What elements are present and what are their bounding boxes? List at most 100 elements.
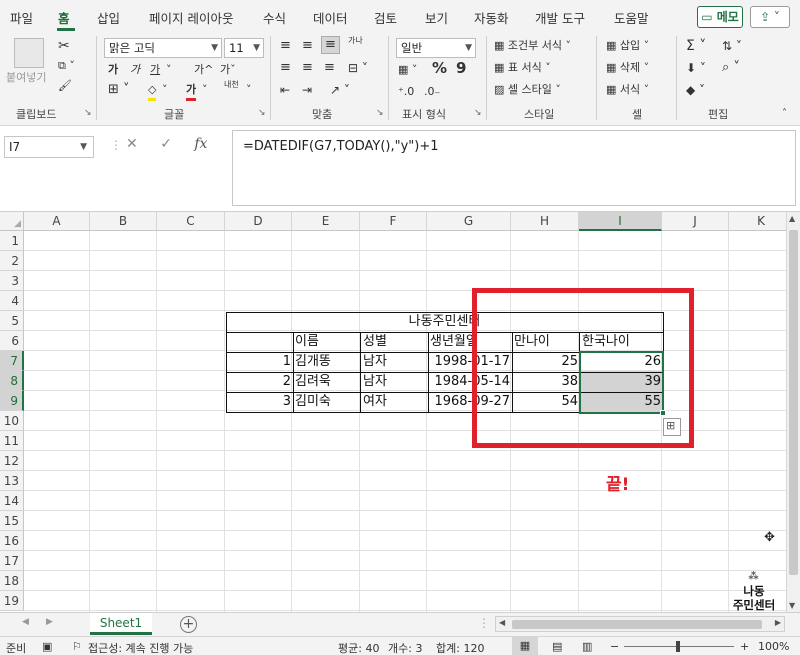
insert-function-button[interactable]: fx xyxy=(194,136,207,152)
column-header-h[interactable]: H xyxy=(511,212,579,231)
enter-icon[interactable]: ✓ xyxy=(160,136,172,152)
record-birth[interactable]: 1984-05-14 xyxy=(428,372,512,392)
underline-button[interactable]: 가 xyxy=(150,62,160,78)
sort-filter-icon[interactable]: ⇅ ˅ xyxy=(722,38,742,54)
underline-dropdown-icon[interactable]: ˅ xyxy=(166,62,172,78)
row-header-13[interactable]: 13 xyxy=(0,471,24,491)
column-header-j[interactable]: J xyxy=(662,212,729,231)
row-header-11[interactable]: 11 xyxy=(0,431,24,451)
vertical-scrollbar[interactable]: ▲ ▼ xyxy=(786,212,800,612)
wrap-text-button[interactable]: 가나 xyxy=(348,36,363,45)
record-no[interactable]: 3 xyxy=(226,392,293,412)
bold-button[interactable]: 가 xyxy=(108,62,118,78)
record-name[interactable]: 김려욱 xyxy=(293,372,361,392)
worksheet-grid[interactable]: ◢ ABCDEFGHIJK 1 2 3 4 5 6 7 8 9 10 11 12 13 14 15 16 17 1… xyxy=(0,212,786,612)
column-header-d[interactable]: D xyxy=(225,212,292,231)
scroll-up-icon[interactable]: ▲ xyxy=(789,214,795,223)
tab-data[interactable]: 데이터 xyxy=(313,8,348,27)
clipboard-launcher-icon[interactable]: ↘ xyxy=(84,108,92,118)
align-center-icon[interactable]: ≡ xyxy=(302,60,313,76)
clear-icon[interactable]: ◆ ˅ xyxy=(686,82,705,98)
row-header-8[interactable]: 8 xyxy=(0,371,24,391)
tab-page-layout[interactable]: 페이지 레이아웃 xyxy=(149,8,233,27)
font-launcher-icon[interactable]: ↘ xyxy=(258,108,266,118)
column-header-b[interactable]: B xyxy=(90,212,157,231)
delete-cells-button[interactable]: ▦ 삭제 ˅ xyxy=(606,60,649,76)
table-title[interactable]: 나동주민센터 xyxy=(226,312,663,332)
align-middle-icon[interactable]: ≡ xyxy=(302,38,313,54)
zoom-slider[interactable] xyxy=(624,641,734,652)
orientation-icon[interactable]: ↗ ˅ xyxy=(330,82,350,98)
column-header-k[interactable]: K xyxy=(729,212,786,231)
fill-icon[interactable]: ⬇ ˅ xyxy=(686,60,706,76)
record-no[interactable]: 1 xyxy=(226,352,293,372)
record-gender[interactable]: 남자 xyxy=(361,372,428,392)
column-header-a[interactable]: A xyxy=(24,212,90,231)
record-birth[interactable]: 1968-09-27 xyxy=(428,392,512,412)
accessibility-icon[interactable]: ⚐ xyxy=(72,640,82,653)
zoom-in-icon[interactable]: + xyxy=(740,640,749,653)
tab-developer[interactable]: 개발 도구 xyxy=(535,8,585,27)
italic-button[interactable]: 가 xyxy=(130,62,140,78)
record-gender[interactable]: 남자 xyxy=(361,352,428,372)
row-header-17[interactable]: 17 xyxy=(0,551,24,571)
select-all-corner[interactable]: ◢ xyxy=(0,212,24,231)
row-header-5[interactable]: 5 xyxy=(0,311,24,331)
record-name[interactable]: 김개똥 xyxy=(293,352,361,372)
record-birth[interactable]: 1998-01-17 xyxy=(428,352,512,372)
row-header-10[interactable]: 10 xyxy=(0,411,24,431)
borders-icon[interactable]: ⊞ ˅ xyxy=(108,82,130,98)
header-gender[interactable]: 성별 xyxy=(361,332,428,352)
increase-decimal-icon[interactable]: ⁺.0 xyxy=(398,84,414,100)
record-age[interactable]: 38 xyxy=(512,372,580,392)
zoom-level[interactable]: 100% xyxy=(758,640,789,653)
column-header-i[interactable]: I xyxy=(579,212,662,231)
fill-color-icon[interactable]: ◇ xyxy=(148,82,157,101)
comma-button[interactable]: 9 xyxy=(456,60,466,76)
number-format-dropdown[interactable]: 일반 ▼ xyxy=(396,38,476,58)
decrease-indent-icon[interactable]: ⇤ xyxy=(280,82,290,98)
scroll-down-icon[interactable]: ▼ xyxy=(789,601,795,610)
row-header-19[interactable]: 19 xyxy=(0,591,24,611)
fill-color-dropdown-icon[interactable]: ˅ xyxy=(162,82,168,98)
header-name[interactable]: 이름 xyxy=(293,332,361,352)
format-as-table-button[interactable]: ▦ 표 서식 ˅ xyxy=(494,60,551,76)
phonetic-dropdown-icon[interactable]: ˅ xyxy=(246,82,252,98)
fill-handle[interactable] xyxy=(660,410,666,416)
horizontal-scrollbar[interactable]: ◀ ▶ xyxy=(495,616,785,632)
memo-button[interactable]: ▭ 메모 xyxy=(697,6,743,28)
row-header-4[interactable]: 4 xyxy=(0,291,24,311)
vertical-scroll-thumb[interactable] xyxy=(789,230,798,575)
tab-splitter-icon[interactable]: ⋮ xyxy=(478,616,490,630)
record-age[interactable]: 54 xyxy=(512,392,580,412)
next-sheet-icon[interactable]: ▶ xyxy=(46,617,53,627)
percent-button[interactable]: % xyxy=(432,60,447,76)
column-header-g[interactable]: G xyxy=(427,212,511,231)
phonetic-button[interactable]: 내천 xyxy=(224,80,246,89)
insert-cells-button[interactable]: ▦ 삽입 ˅ xyxy=(606,38,649,54)
font-name-dropdown[interactable]: 맑은 고딕 ▼ xyxy=(104,38,222,58)
header-age[interactable]: 만나이 xyxy=(512,332,580,352)
row-header-7[interactable]: 7 xyxy=(0,351,24,371)
page-layout-view-icon[interactable]: ▤ xyxy=(552,640,562,653)
align-bottom-icon[interactable]: ≡ xyxy=(321,36,340,54)
tab-help[interactable]: 도움말 xyxy=(614,8,649,27)
paste-icon[interactable] xyxy=(14,38,44,68)
row-header-3[interactable]: 3 xyxy=(0,271,24,291)
column-header-c[interactable]: C xyxy=(157,212,225,231)
splitter-icon[interactable]: ⋮ xyxy=(110,138,122,152)
number-launcher-icon[interactable]: ↘ xyxy=(474,108,482,118)
header-birth[interactable]: 생년월일 xyxy=(428,332,512,352)
scroll-right-icon[interactable]: ▶ xyxy=(775,618,781,627)
horizontal-scroll-thumb[interactable] xyxy=(512,620,762,629)
cancel-icon[interactable]: ✕ xyxy=(126,136,138,152)
tab-file[interactable]: 파일 xyxy=(10,8,33,27)
prev-sheet-icon[interactable]: ◀ xyxy=(22,617,29,627)
tab-formulas[interactable]: 수식 xyxy=(263,8,286,27)
normal-view-icon[interactable]: ▦ xyxy=(512,637,538,655)
row-header-14[interactable]: 14 xyxy=(0,491,24,511)
conditional-format-button[interactable]: ▦ 조건부 서식 ˅ xyxy=(494,38,571,54)
zoom-slider-thumb[interactable] xyxy=(676,641,680,652)
align-right-icon[interactable]: ≡ xyxy=(324,60,335,76)
row-header-2[interactable]: 2 xyxy=(0,251,24,271)
